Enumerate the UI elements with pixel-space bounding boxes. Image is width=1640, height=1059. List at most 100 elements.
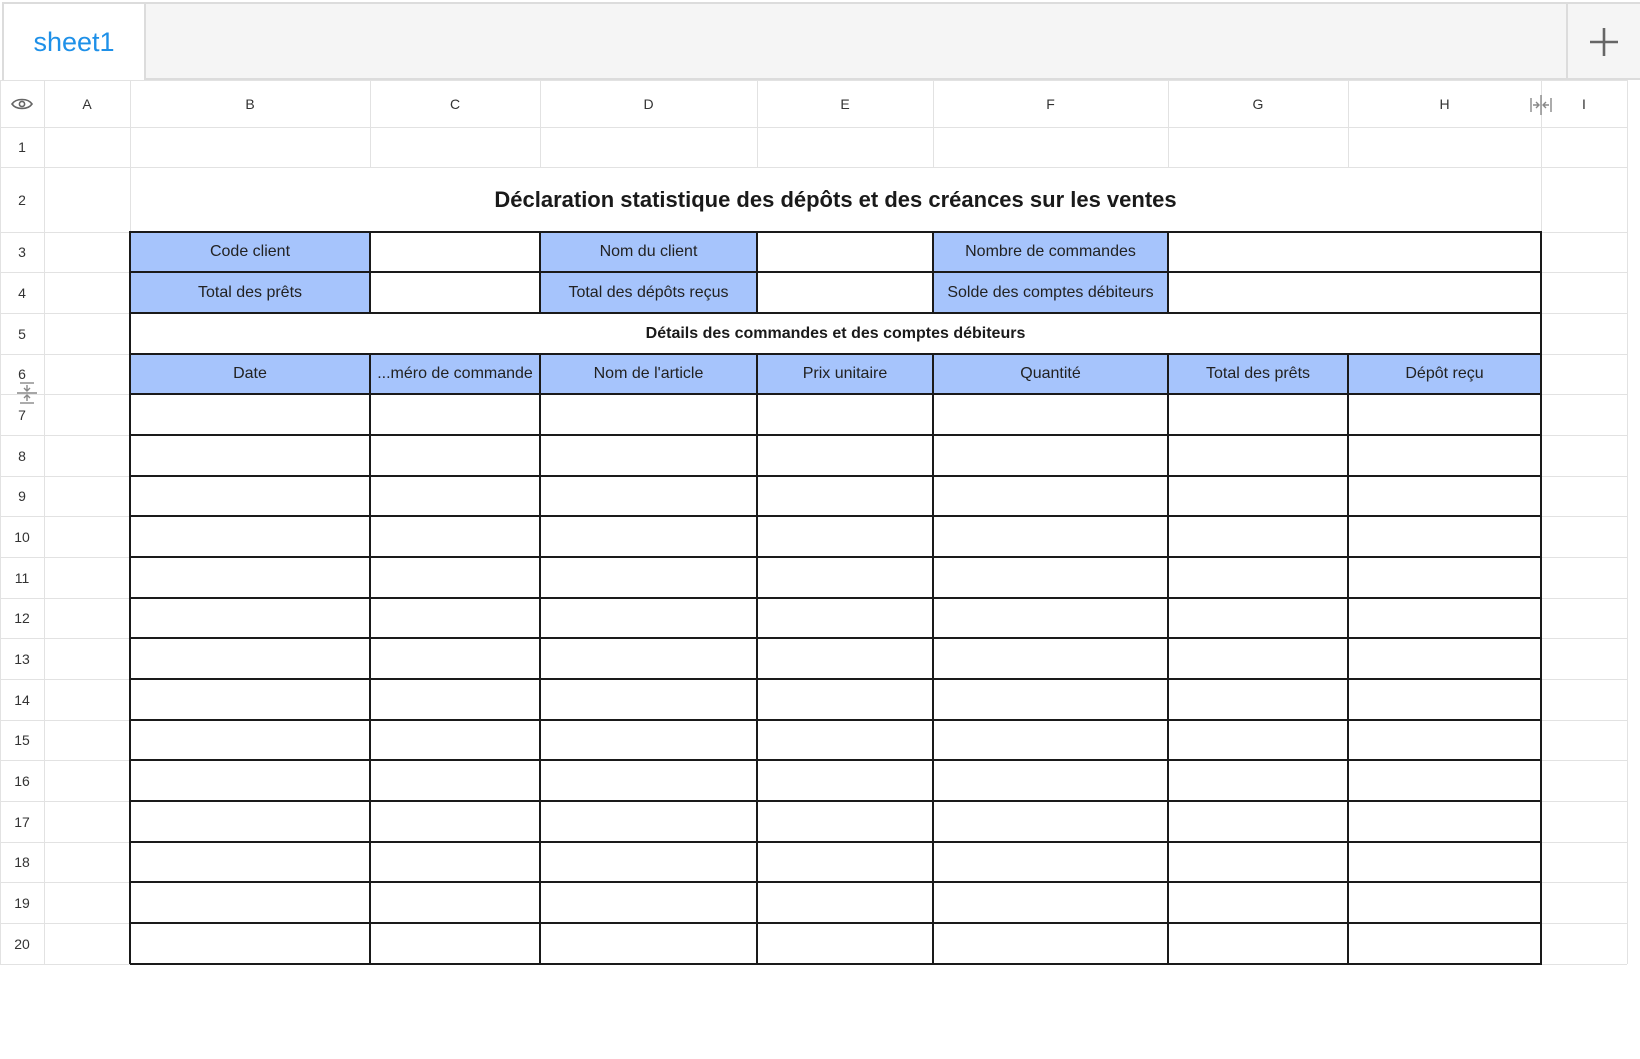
table-cell[interactable] bbox=[130, 882, 370, 923]
table-cell[interactable] bbox=[1168, 801, 1348, 842]
table-cell[interactable] bbox=[933, 923, 1168, 964]
table-cell[interactable] bbox=[130, 638, 370, 679]
table-cell[interactable] bbox=[1348, 720, 1541, 760]
table-cell[interactable] bbox=[130, 435, 370, 476]
table-cell[interactable] bbox=[757, 923, 933, 964]
table-cell[interactable] bbox=[757, 394, 933, 435]
table-cell[interactable] bbox=[1348, 923, 1541, 964]
table-cell[interactable] bbox=[540, 598, 757, 638]
table-cell[interactable] bbox=[540, 679, 757, 720]
sheet-title[interactable]: Déclaration statistique des dépôts et de… bbox=[130, 167, 1541, 232]
table-cell[interactable] bbox=[540, 557, 757, 598]
table-cell[interactable] bbox=[540, 516, 757, 557]
add-sheet-button[interactable] bbox=[1566, 4, 1640, 80]
table-header-5[interactable]: Quantité bbox=[933, 354, 1168, 394]
table-cell[interactable] bbox=[757, 476, 933, 516]
table-header-2[interactable]: ...méro de commande bbox=[370, 354, 540, 394]
tab-sheet1[interactable]: sheet1 bbox=[2, 4, 146, 80]
table-cell[interactable] bbox=[757, 435, 933, 476]
table-cell[interactable] bbox=[130, 801, 370, 842]
table-cell[interactable] bbox=[933, 638, 1168, 679]
table-header-7[interactable]: Dépôt reçu bbox=[1348, 354, 1541, 394]
table-cell[interactable] bbox=[757, 516, 933, 557]
table-cell[interactable] bbox=[1168, 598, 1348, 638]
table-cell[interactable] bbox=[540, 638, 757, 679]
row-header-9[interactable]: 9 bbox=[0, 476, 44, 516]
table-cell[interactable] bbox=[1348, 801, 1541, 842]
table-cell[interactable] bbox=[540, 476, 757, 516]
table-cell[interactable] bbox=[1168, 679, 1348, 720]
row-header-3[interactable]: 3 bbox=[0, 232, 44, 272]
table-header-1[interactable]: Date bbox=[130, 354, 370, 394]
table-cell[interactable] bbox=[370, 720, 540, 760]
column-header-i[interactable]: I bbox=[1541, 80, 1627, 127]
info-value-cell[interactable] bbox=[1168, 272, 1541, 313]
table-cell[interactable] bbox=[757, 557, 933, 598]
table-cell[interactable] bbox=[1348, 598, 1541, 638]
table-cell[interactable] bbox=[130, 842, 370, 882]
table-cell[interactable] bbox=[757, 638, 933, 679]
row-resize-handle[interactable] bbox=[16, 382, 38, 404]
table-cell[interactable] bbox=[1348, 557, 1541, 598]
row-header-15[interactable]: 15 bbox=[0, 720, 44, 760]
table-cell[interactable] bbox=[1348, 394, 1541, 435]
table-cell[interactable] bbox=[370, 842, 540, 882]
table-cell[interactable] bbox=[933, 842, 1168, 882]
table-cell[interactable] bbox=[1168, 882, 1348, 923]
table-cell[interactable] bbox=[933, 720, 1168, 760]
label-customer-code[interactable]: Code client bbox=[130, 232, 370, 272]
table-cell[interactable] bbox=[1348, 516, 1541, 557]
table-cell[interactable] bbox=[1168, 638, 1348, 679]
table-cell[interactable] bbox=[1348, 435, 1541, 476]
table-cell[interactable] bbox=[540, 882, 757, 923]
table-cell[interactable] bbox=[370, 557, 540, 598]
table-cell[interactable] bbox=[540, 760, 757, 801]
table-cell[interactable] bbox=[757, 598, 933, 638]
info-value-cell[interactable] bbox=[370, 232, 540, 272]
table-cell[interactable] bbox=[1168, 720, 1348, 760]
table-cell[interactable] bbox=[540, 801, 757, 842]
table-cell[interactable] bbox=[933, 882, 1168, 923]
table-cell[interactable] bbox=[933, 679, 1168, 720]
table-cell[interactable] bbox=[370, 882, 540, 923]
table-cell[interactable] bbox=[757, 842, 933, 882]
table-cell[interactable] bbox=[370, 598, 540, 638]
table-cell[interactable] bbox=[757, 801, 933, 842]
table-cell[interactable] bbox=[370, 394, 540, 435]
row-header-17[interactable]: 17 bbox=[0, 801, 44, 842]
label-customer-name[interactable]: Nom du client bbox=[540, 232, 757, 272]
spreadsheet-grid[interactable]: A B C D E F G H I 1 2 3 4 5 6 7 8 9 10 11 12 13 14 15 16 17 18 19 20… bbox=[0, 80, 1640, 1059]
info-value-cell[interactable] bbox=[757, 232, 933, 272]
table-cell[interactable] bbox=[540, 842, 757, 882]
table-cell[interactable] bbox=[933, 760, 1168, 801]
table-cell[interactable] bbox=[130, 598, 370, 638]
table-cell[interactable] bbox=[130, 679, 370, 720]
table-cell[interactable] bbox=[1168, 923, 1348, 964]
row-header-13[interactable]: 13 bbox=[0, 638, 44, 679]
table-cell[interactable] bbox=[370, 638, 540, 679]
table-cell[interactable] bbox=[1348, 476, 1541, 516]
row-header-16[interactable]: 16 bbox=[0, 760, 44, 801]
row-header-4[interactable]: 4 bbox=[0, 272, 44, 313]
column-header-c[interactable]: C bbox=[370, 80, 540, 127]
label-total-loans[interactable]: Total des prêts bbox=[130, 272, 370, 313]
table-header-3[interactable]: Nom de l'article bbox=[540, 354, 757, 394]
info-value-cell[interactable] bbox=[1168, 232, 1541, 272]
table-cell[interactable] bbox=[370, 923, 540, 964]
table-cell[interactable] bbox=[370, 476, 540, 516]
row-header-2[interactable]: 2 bbox=[0, 167, 44, 232]
column-header-d[interactable]: D bbox=[540, 80, 757, 127]
table-cell[interactable] bbox=[1348, 760, 1541, 801]
table-cell[interactable] bbox=[1168, 516, 1348, 557]
table-cell[interactable] bbox=[540, 923, 757, 964]
info-value-cell[interactable] bbox=[757, 272, 933, 313]
row-header-11[interactable]: 11 bbox=[0, 557, 44, 598]
table-cell[interactable] bbox=[757, 760, 933, 801]
row-header-8[interactable]: 8 bbox=[0, 435, 44, 476]
table-cell[interactable] bbox=[370, 679, 540, 720]
row-header-5[interactable]: 5 bbox=[0, 313, 44, 354]
table-cell[interactable] bbox=[130, 476, 370, 516]
table-cell[interactable] bbox=[370, 760, 540, 801]
table-cell[interactable] bbox=[757, 679, 933, 720]
table-cell[interactable] bbox=[540, 435, 757, 476]
